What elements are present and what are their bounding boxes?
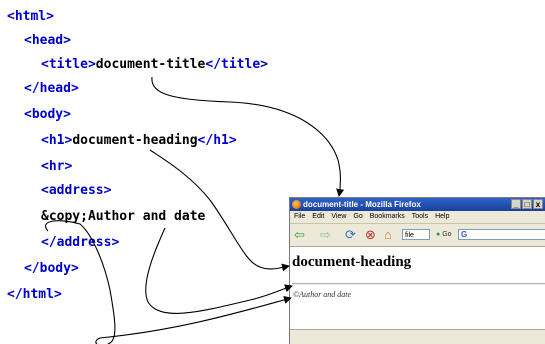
arrow-copy-to-rendered-address bbox=[45, 220, 292, 344]
arrow-h1-to-rendered-heading bbox=[149, 149, 290, 272]
connector-arrows bbox=[45, 76, 345, 344]
arrow-title-to-window-title bbox=[151, 76, 345, 197]
arrow-hr-to-rendered-rule bbox=[145, 227, 293, 314]
